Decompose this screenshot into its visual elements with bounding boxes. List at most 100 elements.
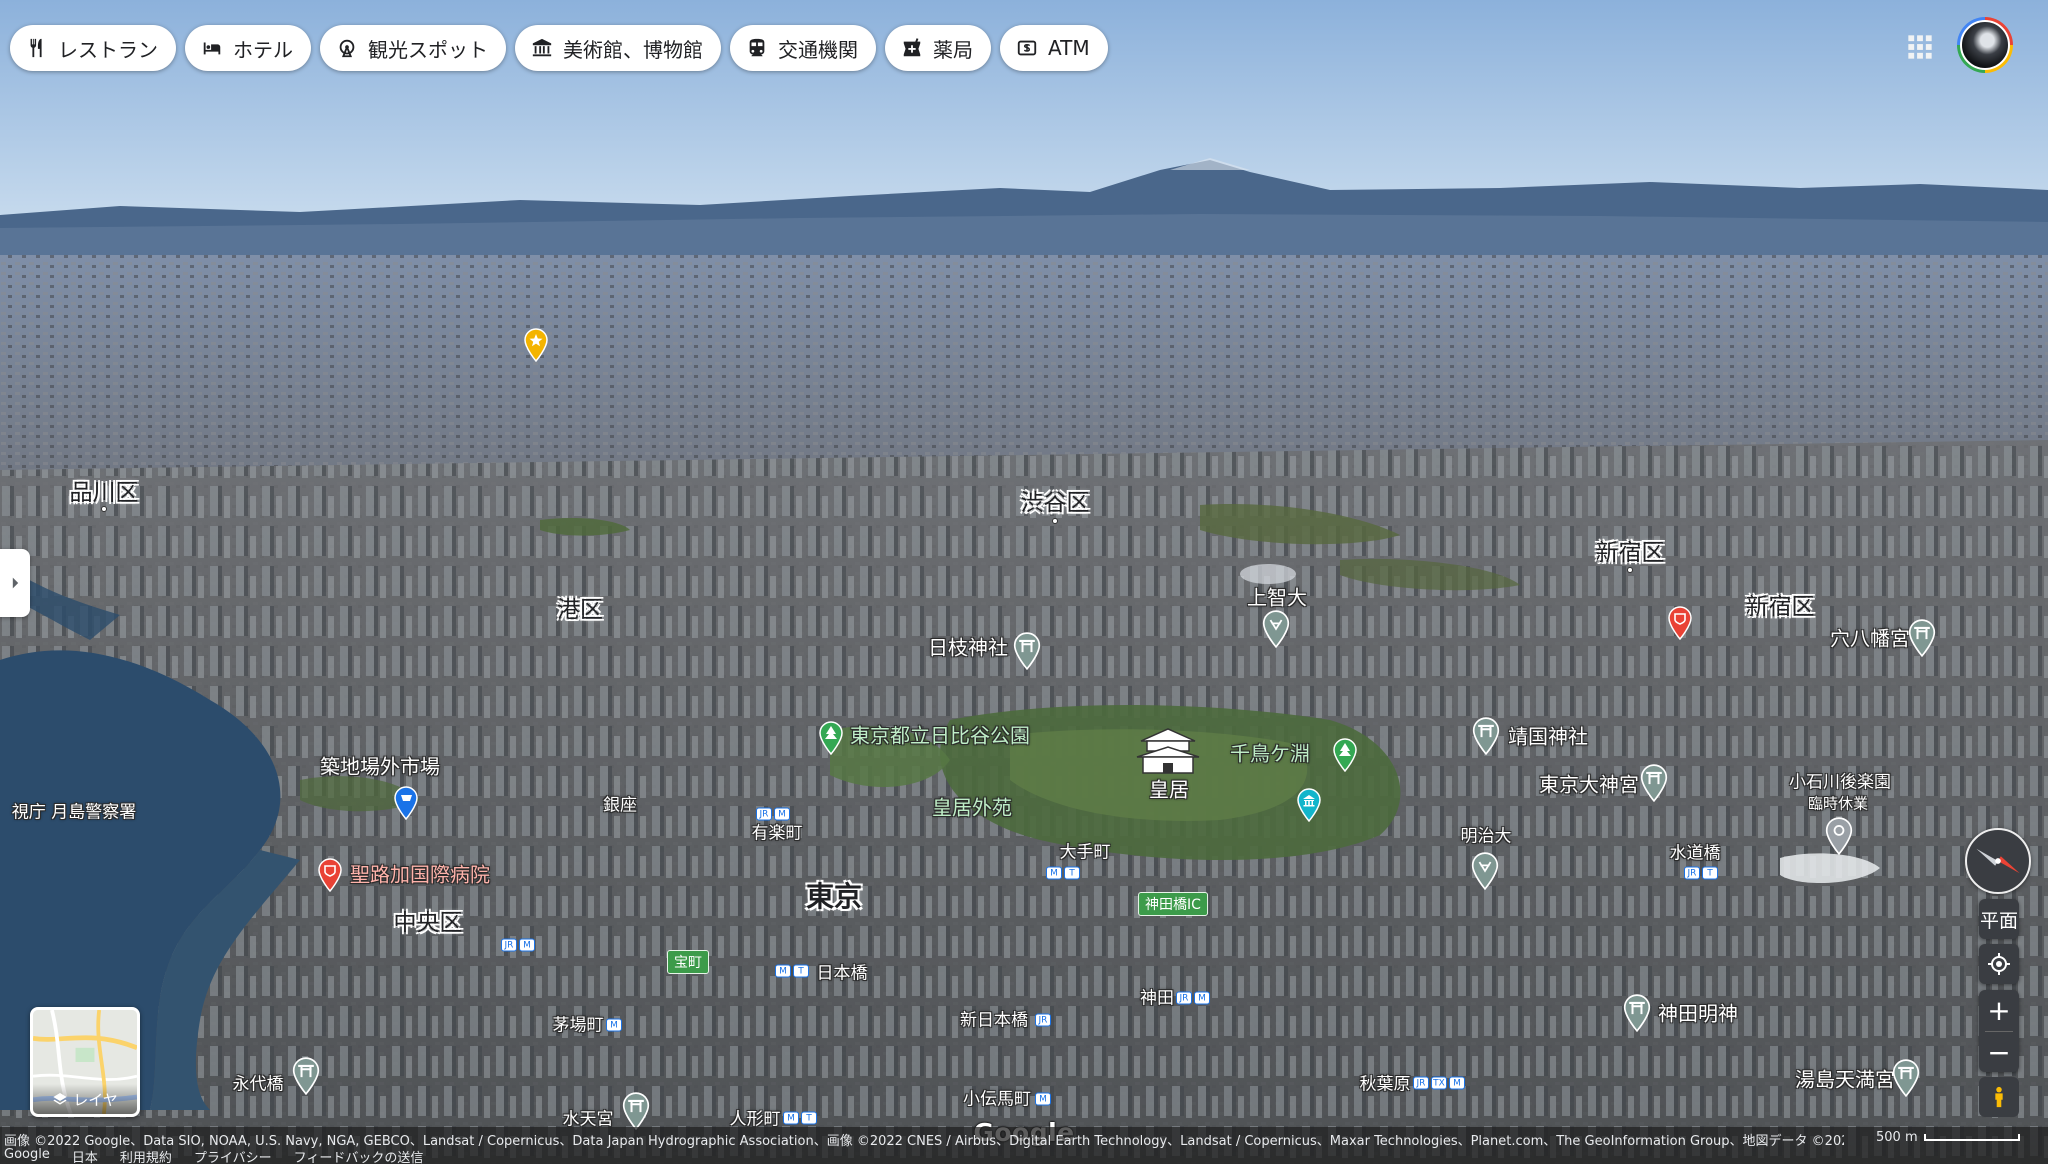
station-marker-suidobashi[interactable]: JR T [1684,866,1718,880]
station-marker-kayabacho[interactable]: M [606,1018,622,1032]
badge-takaracho[interactable]: 宝町 [667,950,709,974]
place-label-ningyocho[interactable]: 人形町 [730,1105,781,1130]
station-pin-eitaibashi[interactable] [291,1057,321,1095]
my-location-button[interactable] [1979,944,2019,984]
park-pin-chidorigafuchi[interactable] [1332,738,1358,772]
map-canvas[interactable]: 品川区 渋谷区 港区 新宿区 新宿区 中央区 東京 上智大 日枝神社 穴八幡宮 … [0,0,2048,1164]
place-label-tsukiji[interactable]: 築地場外市場 [320,751,440,780]
place-label-sophia[interactable]: 上智大 [1247,582,1307,611]
city-label-tokyo[interactable]: 東京 [806,875,862,915]
place-label-chidorigafuchi[interactable]: 千鳥ケ淵 [1230,738,1310,767]
park-pin-hibiya[interactable] [818,721,844,755]
district-label-shinjuku-ward[interactable]: 新宿区 [1746,587,1815,621]
footer-link-country[interactable]: 日本 [72,1147,98,1164]
place-label-imperial-palace[interactable]: 皇居 [1149,774,1189,803]
station-marker-akihabara[interactable]: JR TX M [1413,1076,1465,1090]
shrine-pin-suitengu[interactable] [621,1092,651,1130]
zoom-out-button[interactable]: − [1979,1032,2019,1073]
footer-link-privacy[interactable]: プライバシー [194,1147,272,1164]
station-marker-shin-nihonbashi[interactable]: JR [1035,1013,1051,1027]
district-dot [101,506,107,512]
station-marker-nihonbashi[interactable]: MT [775,964,809,978]
zoom-in-button[interactable]: + [1979,990,2019,1031]
shrine-pin-hie[interactable] [1012,632,1042,670]
place-label-police[interactable]: 視庁 月島警察署 [12,798,136,823]
place-label-kokyo-gaien[interactable]: 皇居外苑 [932,792,1012,821]
atm-icon [1017,40,1037,56]
apps-grid-icon[interactable] [1906,33,1934,61]
place-label-akihabara[interactable]: 秋葉原 [1360,1070,1411,1095]
footer-link-feedback[interactable]: フィードバックの送信 [294,1147,424,1164]
station-marker-yurakucho[interactable]: JR M [756,807,790,821]
place-label-ginza[interactable]: 銀座 [603,791,637,816]
place-label-yurakucho[interactable]: 有楽町 [752,819,803,844]
avatar-image [1960,20,2010,70]
place-label-shin-nihonbashi[interactable]: 新日本橋 [960,1006,1028,1031]
place-label-kanda-myojin[interactable]: 神田明神 [1658,998,1738,1027]
footer-link-google[interactable]: Google [4,1147,50,1164]
layers-button[interactable]: レイヤ [30,1007,140,1117]
hospital-pin[interactable] [1667,606,1693,640]
station-marker-kanda[interactable]: JR M [1176,991,1210,1005]
place-label-st-luke-hospital[interactable]: 聖路加国際病院 [350,859,490,888]
category-chip-bar: レストラン ホテル 観光スポット 美術館、博物館 交通機関 薬局 ATM [10,25,1108,71]
chip-transit[interactable]: 交通機関 [730,25,876,71]
district-label-shibuya[interactable]: 渋谷区 [1021,483,1090,517]
place-label-nihonbashi[interactable]: 日本橋 [817,959,868,984]
chip-atm[interactable]: ATM [1000,25,1108,71]
shrine-pin-yushima[interactable] [1891,1059,1921,1097]
station-marker-ningyocho[interactable]: MT [783,1111,817,1125]
place-label-koishikawa[interactable]: 小石川後楽園 [1789,768,1891,793]
tilt-toggle-button[interactable]: 平面 [1979,899,2019,939]
museum-pin[interactable] [1296,788,1322,822]
chip-restaurants[interactable]: レストラン [10,25,176,71]
hospital-pin-st-luke[interactable] [317,858,343,892]
district-label-minato[interactable]: 港区 [557,590,603,624]
station-marker-kodenmacho[interactable]: M [1035,1092,1051,1106]
shrine-pin-yasukuni[interactable] [1471,717,1501,755]
compass-button[interactable] [1965,828,2031,894]
place-label-eitaibashi[interactable]: 永代橋 [233,1070,284,1095]
shopping-pin[interactable] [393,786,419,820]
shrine-pin-kanda-myojin[interactable] [1622,994,1652,1032]
chip-pharmacies[interactable]: 薬局 [885,25,991,71]
chip-museums[interactable]: 美術館、博物館 [515,25,721,71]
shrine-pin-daijingu[interactable] [1639,764,1669,802]
street-view-pegman-button[interactable] [1979,1077,2019,1117]
pharmacy-icon [903,38,921,57]
school-pin-meiji[interactable] [1470,852,1500,890]
shrine-pin-anahachiman[interactable] [1907,619,1937,657]
place-label-kayabacho[interactable]: 茅場町 [553,1011,604,1036]
footer-link-terms[interactable]: 利用規約 [120,1147,172,1164]
place-label-yushima-tenmangu[interactable]: 湯島天満宮 [1795,1064,1895,1093]
station-marker-hatchobori[interactable]: JR M [501,938,535,952]
badge-kandabashi-ic[interactable]: 神田橋IC [1138,892,1208,916]
place-label-daijingu[interactable]: 東京大神宮 [1539,769,1639,798]
place-label-suitengu[interactable]: 水天宮 [563,1105,614,1130]
castle-icon[interactable] [1133,725,1203,777]
scale-indicator[interactable]: 500 m [1876,1130,2020,1145]
chip-label: 交通機関 [778,37,858,62]
place-label-otemachi[interactable]: 大手町 [1060,838,1111,863]
footer-bar: 画像 ©2022 Google、Data SIO, NOAA, U.S. Nav… [0,1127,2048,1164]
place-label-hie-shrine[interactable]: 日枝神社 [928,632,1008,661]
station-marker-otemachi[interactable]: MT [1046,866,1080,880]
place-label-kodenmacho[interactable]: 小伝馬町 [963,1085,1031,1110]
account-avatar[interactable] [1957,17,2013,73]
side-panel-toggle[interactable] [0,549,30,617]
district-label-shinagawa[interactable]: 品川区 [70,473,139,507]
chip-hotels[interactable]: ホテル [185,25,311,71]
district-label-chuo[interactable]: 中央区 [394,903,463,937]
chip-attractions[interactable]: 観光スポット [320,25,506,71]
district-label-shinjuku[interactable]: 新宿区 [1596,533,1665,567]
school-pin-sophia[interactable] [1261,610,1291,648]
place-label-anahachiman[interactable]: 穴八幡宮 [1830,623,1910,652]
place-label-meiji-univ[interactable]: 明治大 [1461,822,1512,847]
place-label-yasukuni[interactable]: 靖国神社 [1508,721,1588,750]
starred-place-pin[interactable] [523,328,549,362]
chip-label: レストラン [58,37,158,62]
garden-pin-koishikawa[interactable] [1824,817,1854,855]
place-label-suidobashi[interactable]: 水道橋 [1670,839,1721,864]
place-label-kanda[interactable]: 神田 [1140,984,1174,1009]
place-label-hibiya-park[interactable]: 東京都立日比谷公園 [850,720,1030,749]
